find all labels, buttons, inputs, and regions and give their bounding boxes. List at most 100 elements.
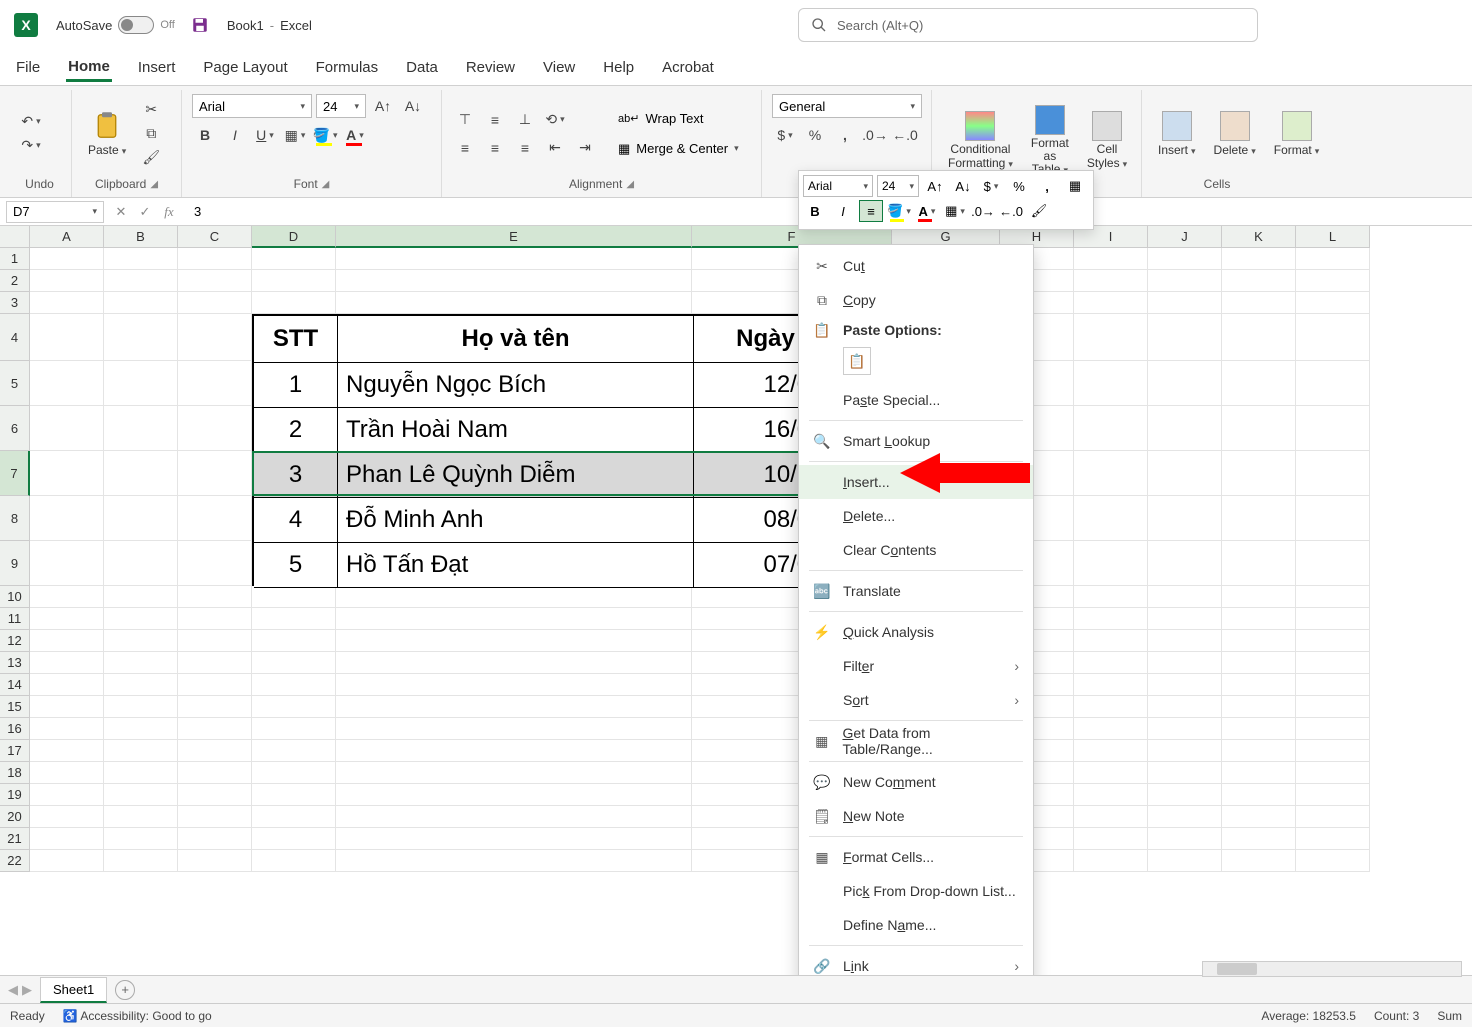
cell[interactable] [104,652,178,674]
cell[interactable] [1296,674,1370,696]
cell[interactable] [104,406,178,451]
cell[interactable] [30,652,104,674]
column-header[interactable]: A [30,226,104,248]
orientation-icon[interactable]: ⟲ [542,109,568,131]
mini-bold-icon[interactable]: B [803,200,827,222]
cell[interactable] [336,652,692,674]
cell[interactable] [1222,451,1296,496]
cell[interactable] [252,806,336,828]
tab-view[interactable]: View [541,55,577,80]
row-header[interactable]: 3 [0,292,30,314]
row-header[interactable]: 16 [0,718,30,740]
cell[interactable] [1296,762,1370,784]
status-accessibility[interactable]: ♿ Accessibility: Good to go [63,1009,212,1023]
cell[interactable] [30,541,104,586]
cell[interactable] [178,806,252,828]
cell[interactable] [336,806,692,828]
cell[interactable] [104,630,178,652]
cell[interactable] [1296,496,1370,541]
cell[interactable] [104,314,178,361]
cell[interactable] [30,292,104,314]
comma-icon[interactable]: , [832,124,858,146]
cell[interactable] [1296,361,1370,406]
cell[interactable] [178,784,252,806]
cell[interactable] [1222,586,1296,608]
row-header[interactable]: 22 [0,850,30,872]
table-cell[interactable]: Phan Lê Quỳnh Diễm [338,453,694,498]
cell[interactable] [1296,586,1370,608]
fill-color-button[interactable]: 🪣 [312,124,338,146]
sheet-tab[interactable]: Sheet1 [40,977,107,1003]
enter-formula-icon[interactable]: ✓ [134,204,156,220]
row-header[interactable]: 9 [0,541,30,586]
cell[interactable] [1148,806,1222,828]
underline-button[interactable]: U [252,124,278,146]
cell[interactable] [336,718,692,740]
cell[interactable] [104,828,178,850]
cell[interactable] [104,674,178,696]
font-color-button[interactable]: A [342,124,368,146]
cell[interactable] [1296,784,1370,806]
paste-button[interactable]: Paste [82,107,132,161]
cell[interactable] [252,292,336,314]
row-header[interactable]: 21 [0,828,30,850]
cell[interactable] [178,674,252,696]
bold-button[interactable]: B [192,124,218,146]
cell[interactable] [1148,292,1222,314]
menu-item-get-data-from-table-range[interactable]: ▦Get Data from Table/Range... [799,724,1033,758]
cell[interactable] [1222,314,1296,361]
paste-option-default[interactable]: 📋 [843,347,871,375]
add-sheet-button[interactable]: + [115,980,135,1000]
cell[interactable] [1222,696,1296,718]
cell[interactable] [104,850,178,872]
align-bottom-icon[interactable]: ⊥ [512,109,538,131]
cell[interactable] [30,314,104,361]
mini-percent-icon[interactable]: % [1007,175,1031,197]
cell[interactable] [1074,248,1148,270]
menu-item-filter[interactable]: Filter› [799,649,1033,683]
cell[interactable] [336,828,692,850]
cell[interactable] [178,630,252,652]
cell[interactable] [336,740,692,762]
cell[interactable] [252,784,336,806]
row-header[interactable]: 2 [0,270,30,292]
cell[interactable] [1074,586,1148,608]
clipboard-launcher-icon[interactable]: ◢ [150,179,158,190]
table-cell[interactable]: 1 [254,363,338,408]
cell[interactable] [1222,608,1296,630]
row-header[interactable]: 13 [0,652,30,674]
fx-icon[interactable]: fx [158,204,180,220]
cell[interactable] [1296,314,1370,361]
row-header[interactable]: 14 [0,674,30,696]
cell[interactable] [1074,696,1148,718]
cell[interactable] [178,608,252,630]
cell[interactable] [1148,784,1222,806]
cell[interactable] [1222,248,1296,270]
cell[interactable] [30,248,104,270]
cell[interactable] [104,270,178,292]
cell[interactable] [1148,608,1222,630]
cell[interactable] [178,314,252,361]
toggle-switch[interactable] [118,16,154,34]
delete-cells-button[interactable]: Delete [1208,107,1262,161]
table-cell[interactable]: 2 [254,408,338,453]
decrease-indent-icon[interactable]: ⇤ [542,137,568,159]
menu-item-paste-special[interactable]: Paste Special... [799,383,1033,417]
align-center-icon[interactable]: ≡ [482,137,508,159]
cell[interactable] [178,828,252,850]
align-top-icon[interactable]: ⊤ [452,109,478,131]
menu-item-new-note[interactable]: 🗒New Note [799,799,1033,833]
cell-styles-button[interactable]: Cell Styles [1081,107,1133,173]
cell[interactable] [104,586,178,608]
menu-item-insert[interactable]: Insert... [799,465,1033,499]
cell[interactable] [1222,630,1296,652]
italic-button[interactable]: I [222,124,248,146]
cell[interactable] [1222,406,1296,451]
cell[interactable] [336,762,692,784]
cell[interactable] [1074,806,1148,828]
column-header[interactable]: L [1296,226,1370,248]
table-cell[interactable]: 4 [254,498,338,543]
column-header[interactable]: C [178,226,252,248]
cell[interactable] [1074,740,1148,762]
spreadsheet-grid[interactable]: ABCDEFGHIJKL 123456789101112131415161718… [0,226,1472,896]
